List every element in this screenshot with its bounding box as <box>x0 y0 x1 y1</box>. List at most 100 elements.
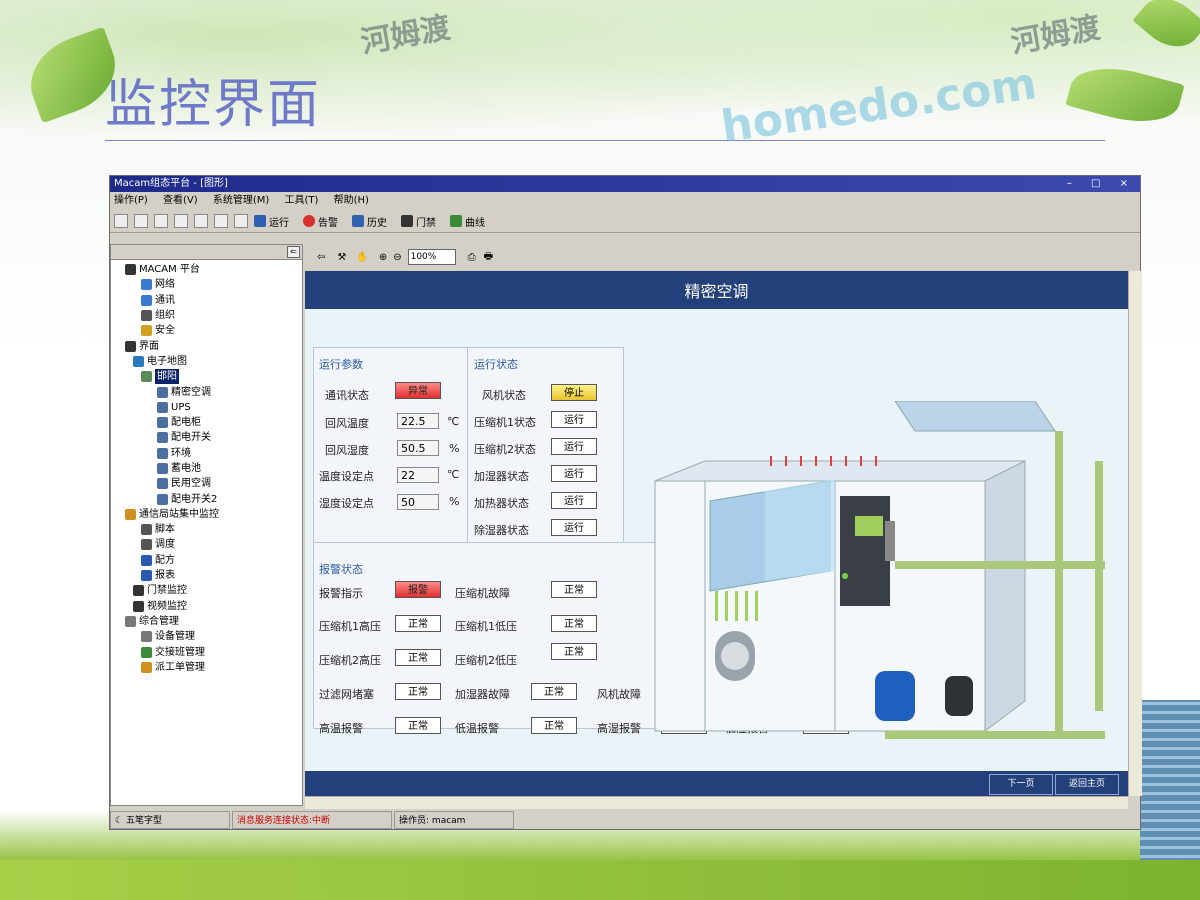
tree-item[interactable]: 派工单管理 <box>111 660 302 675</box>
tree-item-label: 邯阳 <box>155 369 179 385</box>
zoom-select[interactable]: 100% <box>407 249 456 265</box>
alarm-button[interactable]: 告警 <box>303 214 338 229</box>
horizontal-scrollbar[interactable] <box>305 796 1128 809</box>
hand-icon[interactable]: ✋ <box>356 252 368 263</box>
tree-node-icon <box>141 646 152 658</box>
window-controls[interactable]: – □ × <box>1067 176 1136 192</box>
next-page-button[interactable]: 下一页 <box>989 774 1053 795</box>
tree-item[interactable]: UPS <box>111 400 302 415</box>
tree-item[interactable]: 环境 <box>111 446 302 461</box>
tree-item-label: 配电开关 <box>171 432 211 444</box>
menu-view[interactable]: 查看(V) <box>163 195 198 206</box>
outdoor-condenser <box>894 401 1056 432</box>
tree-item[interactable]: 报表 <box>111 568 302 583</box>
home-button[interactable]: 返回主页 <box>1055 774 1119 795</box>
run-status-value: 运行 <box>551 519 597 536</box>
tree-item-label: 派工单管理 <box>155 661 205 673</box>
tree-item[interactable]: 蓄电池 <box>111 461 302 476</box>
menu-bar: 操作(P) 查看(V) 系统管理(M) 工具(T) 帮助(H) <box>110 192 1140 210</box>
print-preview-icon[interactable]: ⎙ <box>468 252 476 263</box>
tree-node-icon <box>125 264 136 276</box>
alarm-value: 正常 <box>531 683 577 700</box>
access-control-button[interactable]: 门禁 <box>401 214 436 229</box>
title-divider <box>105 140 1105 141</box>
tree-item[interactable]: 交接班管理 <box>111 644 302 659</box>
run-button[interactable]: 运行 <box>254 214 289 229</box>
zoom-out-icon[interactable]: ⊖ <box>393 252 401 263</box>
tree-item-label: 通信局站集中监控 <box>139 508 219 520</box>
run-status-value: 停止 <box>551 384 597 401</box>
tree-item[interactable]: 精密空调 <box>111 384 302 399</box>
search-icon[interactable] <box>154 214 168 228</box>
tree-node-icon <box>125 340 136 352</box>
tree-item[interactable]: 配电开关 <box>111 430 302 445</box>
tree-node-icon <box>141 325 152 337</box>
cabinet-side <box>984 460 1026 732</box>
tree-item[interactable]: 组织 <box>111 308 302 323</box>
tree-node-icon <box>141 554 152 566</box>
tools-icon[interactable]: ⚒ <box>337 252 346 263</box>
wrench-icon[interactable] <box>114 214 128 228</box>
comm-status-value: 异常 <box>395 382 441 399</box>
window-titlebar: Macam组态平台 - [图形] – □ × <box>110 176 1140 192</box>
return-humid-unit: % <box>449 442 460 455</box>
menu-tools[interactable]: 工具(T) <box>285 195 319 206</box>
c2-high-value: 正常 <box>395 649 441 666</box>
tree-item[interactable]: 网络 <box>111 277 302 292</box>
ime-indicator[interactable]: ☾ 五笔字型 <box>110 811 230 829</box>
humid-setpoint-label: 湿度设定点 <box>319 497 374 510</box>
tree-node-icon <box>125 615 136 627</box>
menu-operate[interactable]: 操作(P) <box>114 195 148 206</box>
tree-item[interactable]: 界面 <box>111 338 302 353</box>
tool-icon[interactable] <box>214 214 228 228</box>
layout-icon[interactable] <box>194 214 208 228</box>
tree-item[interactable]: 配方 <box>111 553 302 568</box>
window-icon[interactable] <box>174 214 188 228</box>
zoom-in-icon[interactable]: ⊕ <box>379 252 387 263</box>
tree-item[interactable]: 视频监控 <box>111 599 302 614</box>
history-button[interactable]: 历史 <box>352 214 387 229</box>
back-arrow-icon[interactable]: ⇦ <box>317 252 325 263</box>
menu-help[interactable]: 帮助(H) <box>334 195 369 206</box>
tree-item[interactable]: 电子地图 <box>111 354 302 369</box>
return-temp-label: 回风温度 <box>325 417 369 430</box>
message-status: 消息服务连接状态:中断 <box>232 811 392 829</box>
return-humid-value: 50.5 <box>397 440 439 456</box>
print-icon[interactable]: 🖶 <box>484 249 493 266</box>
tree-item[interactable]: 门禁监控 <box>111 583 302 598</box>
tree-item[interactable]: 邯阳 <box>111 369 302 385</box>
tree-item[interactable]: MACAM 平台 <box>111 262 302 277</box>
pin-icon[interactable]: ⇐ <box>287 246 300 258</box>
tree-item[interactable]: 脚本 <box>111 522 302 537</box>
tree-item[interactable]: 配电开关2 <box>111 491 302 506</box>
canvas-toolbar: ⇦ ⚒ ✋ ⊕ ⊖ 100% ⎙ 🖶 <box>305 244 1140 270</box>
tree-item-label: 环境 <box>171 447 191 459</box>
humid-setpoint-unit: % <box>449 495 460 508</box>
tree-item[interactable]: 民用空调 <box>111 476 302 491</box>
tree-item-label: 视频监控 <box>147 600 187 612</box>
main-toolbar: 运行 告警 历史 门禁 曲线 <box>110 210 1140 233</box>
tree-node-icon <box>133 600 144 612</box>
book-icon[interactable] <box>134 214 148 228</box>
tree-item-label: 通讯 <box>155 294 175 306</box>
tree-item[interactable]: 配电柜 <box>111 415 302 430</box>
tree-item[interactable]: 设备管理 <box>111 629 302 644</box>
vertical-scrollbar[interactable] <box>1128 271 1142 796</box>
tree-item[interactable]: 通讯 <box>111 293 302 308</box>
tree-node-icon <box>141 570 152 582</box>
tree-node-icon <box>157 386 168 398</box>
tree-item[interactable]: 通信局站集中监控 <box>111 507 302 522</box>
tree-item[interactable]: 综合管理 <box>111 614 302 629</box>
tree-item[interactable]: 安全 <box>111 323 302 338</box>
run-status-label: 风机状态 <box>482 389 526 402</box>
menu-system[interactable]: 系统管理(M) <box>213 195 269 206</box>
alarm-label: 过滤网堵塞 <box>319 688 374 701</box>
alarm-value: 正常 <box>395 717 441 734</box>
curve-button[interactable]: 曲线 <box>450 214 485 229</box>
tree-item-label: 组织 <box>155 310 175 322</box>
refresh-icon[interactable] <box>234 214 248 228</box>
slide-footer-band <box>0 860 1200 900</box>
compressor-icon <box>945 676 973 716</box>
screen-banner: 精密空调 <box>305 271 1128 309</box>
tree-item[interactable]: 调度 <box>111 537 302 552</box>
